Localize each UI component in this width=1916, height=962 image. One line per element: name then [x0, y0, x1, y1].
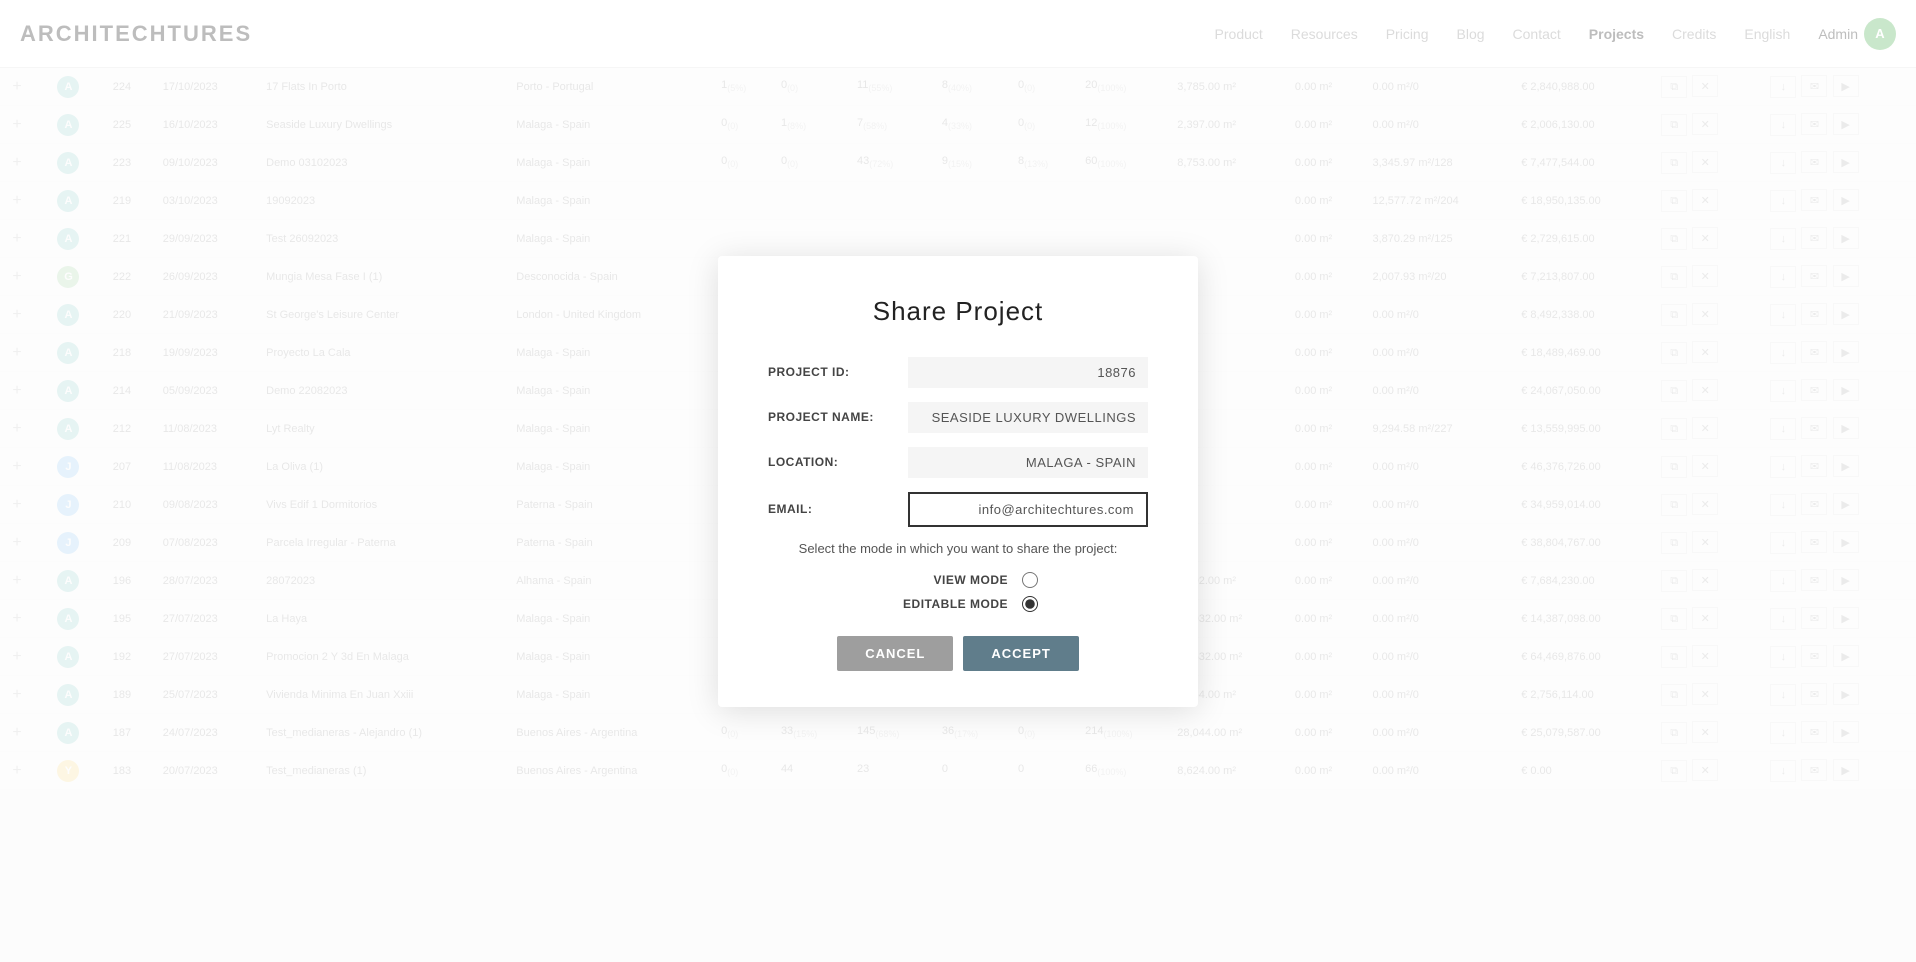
accept-button[interactable]: ACCEPT	[963, 636, 1078, 671]
editable-mode-row: EDITABLE MODE	[768, 596, 1148, 612]
view-mode-label: VIEW MODE	[878, 573, 1008, 587]
location-field: LOCATION: MALAGA - SPAIN	[768, 447, 1148, 478]
view-mode-row: VIEW MODE	[768, 572, 1148, 588]
project-name-label: PROJECT NAME:	[768, 410, 908, 424]
email-label: EMAIL:	[768, 502, 908, 516]
view-mode-radio[interactable]	[1022, 572, 1038, 588]
email-input[interactable]	[908, 492, 1148, 527]
location-label: LOCATION:	[768, 455, 908, 469]
modal-overlay: Share Project PROJECT ID: 18876 PROJECT …	[0, 0, 1916, 962]
share-project-modal: Share Project PROJECT ID: 18876 PROJECT …	[718, 256, 1198, 707]
project-id-value: 18876	[908, 357, 1148, 388]
project-name-field: PROJECT NAME: SEASIDE LUXURY DWELLINGS	[768, 402, 1148, 433]
radio-group: VIEW MODE EDITABLE MODE	[768, 572, 1148, 612]
project-id-field: PROJECT ID: 18876	[768, 357, 1148, 388]
modal-title: Share Project	[768, 296, 1148, 327]
select-mode-text: Select the mode in which you want to sha…	[768, 541, 1148, 556]
editable-mode-label: EDITABLE MODE	[878, 597, 1008, 611]
project-name-value: SEASIDE LUXURY DWELLINGS	[908, 402, 1148, 433]
editable-mode-radio[interactable]	[1022, 596, 1038, 612]
modal-buttons: CANCEL ACCEPT	[768, 636, 1148, 671]
email-field-row: EMAIL:	[768, 492, 1148, 527]
location-value: MALAGA - SPAIN	[908, 447, 1148, 478]
project-id-label: PROJECT ID:	[768, 365, 908, 379]
cancel-button[interactable]: CANCEL	[837, 636, 953, 671]
